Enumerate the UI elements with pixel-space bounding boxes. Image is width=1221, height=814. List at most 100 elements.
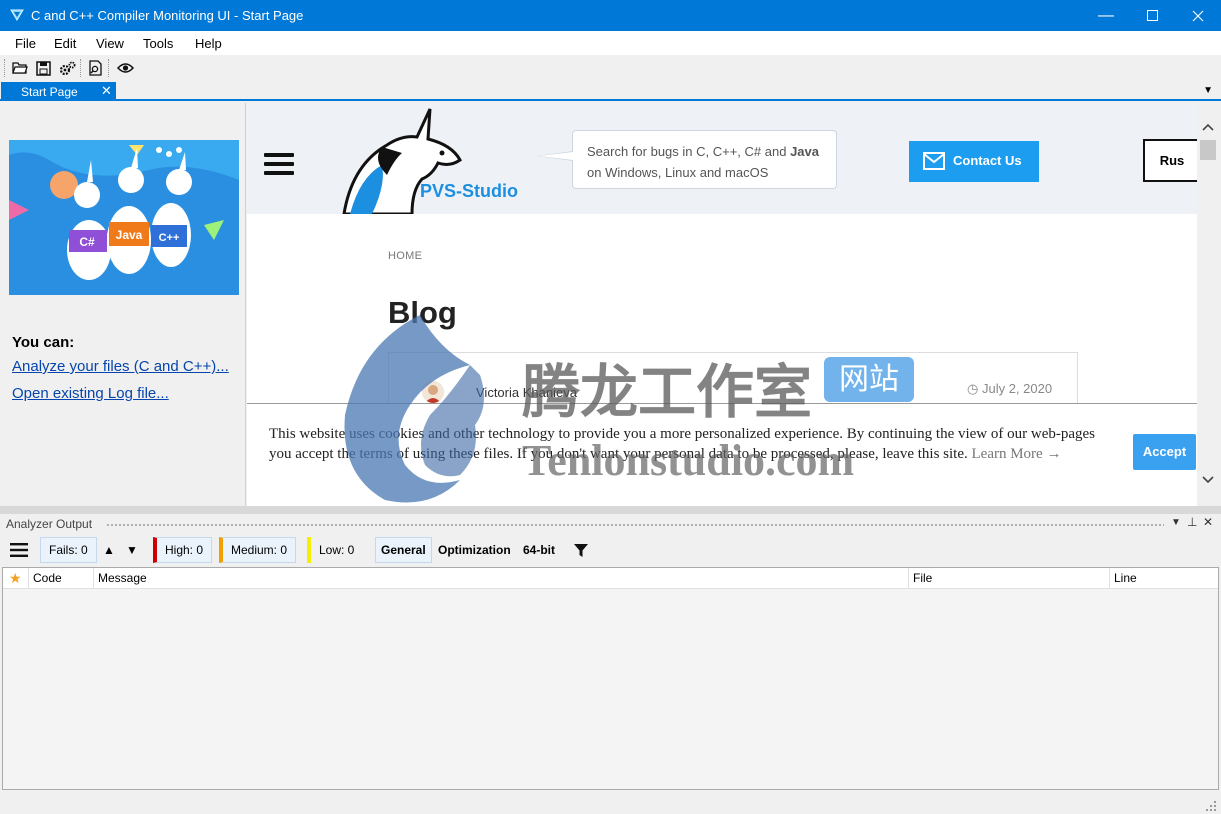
header-grip [106,523,1164,527]
medium-level-filter-button[interactable]: Medium: 0 [219,537,297,563]
tab-close-icon[interactable]: ✕ [101,83,112,99]
author-avatar [422,381,444,403]
menu-view[interactable]: View [96,36,124,51]
logo-text: PVS-Studio [420,181,518,201]
maximize-button[interactable] [1129,0,1175,31]
star-icon: ★ [9,570,22,586]
contact-us-button[interactable]: Contact Us [909,141,1039,182]
analyzer-output-title: Analyzer Output [6,517,93,531]
optimization-filter-button[interactable]: Optimization [431,537,518,563]
web-vertical-scrollbar[interactable] [1197,103,1219,506]
panel-splitter[interactable] [0,506,1221,514]
tab-label: Start Page [21,85,78,99]
previous-message-button[interactable]: ▲ [97,537,121,563]
menu-file[interactable]: File [15,36,36,51]
toolbar-grip [4,59,5,77]
hero-label-cpp: C++ [159,232,180,244]
window-title: C and C++ Compiler Monitoring UI - Start… [31,8,304,23]
start-page-sidebar: C# Java C++ You can: Analyze your files … [1,103,246,506]
post-date: ◷ July 2, 2020 [967,381,1052,397]
scroll-down-icon[interactable] [1202,476,1214,484]
learn-more-link[interactable]: Learn More [972,446,1043,462]
next-message-button[interactable]: ▼ [120,537,144,563]
main-toolbar [0,55,1221,81]
embedded-web-page: PVS-Studio Search for bugs in C, C++, C#… [247,103,1197,506]
column-file[interactable]: File [909,568,1110,589]
language-rus-button[interactable]: Rus [1143,139,1197,182]
column-message[interactable]: Message [94,568,909,589]
close-icon [1192,10,1204,21]
table-header: ★ Code Message File Line [3,568,1218,589]
scrollbar-thumb[interactable] [1200,140,1216,160]
document-tabs: Start Page ✕ ▼ [0,81,1221,101]
search-log-button[interactable] [85,58,105,78]
high-level-filter-button[interactable]: High: 0 [153,537,213,563]
page-title: Blog [388,295,457,330]
arrow-down-icon: ▼ [126,543,138,557]
menu-help[interactable]: Help [195,36,222,51]
cookie-text-block: This website uses cookies and other tech… [269,424,1114,464]
close-button[interactable] [1175,0,1221,31]
column-code[interactable]: Code [29,568,94,589]
settings-icon [59,61,75,75]
resize-grip-icon[interactable] [1205,800,1217,812]
post-author[interactable]: Victoria Khanieva [476,385,577,400]
hero-label-csharp: C# [79,235,95,249]
learn-more-arrow: → [1046,446,1062,462]
post-date-text: July 2, 2020 [981,381,1053,396]
maximize-icon [1146,10,1158,21]
analyzer-results-table[interactable]: ★ Code Message File Line [2,567,1219,790]
breadcrumb[interactable]: HOME [388,250,422,262]
toolbar-separator [108,59,109,77]
app-icon [10,9,24,21]
hero-illustration: C# Java C++ [9,140,239,295]
menu-bar: File Edit View Tools Help [0,31,1221,55]
accept-cookies-button[interactable]: Accept [1133,434,1196,470]
menu-icon [10,543,28,557]
analyze-files-link[interactable]: Analyze your files (C and C++)... [12,358,229,375]
panel-close-icon[interactable]: ✕ [1203,515,1213,529]
filter-icon [574,544,588,557]
pvs-studio-logo[interactable]: PVS-Studio [342,105,532,216]
contact-us-label: Contact Us [953,153,1022,168]
open-log-link[interactable]: Open existing Log file... [12,385,169,402]
analyzer-menu-button[interactable] [2,537,36,563]
menu-edit[interactable]: Edit [54,36,76,51]
save-button[interactable] [33,58,53,78]
open-button[interactable] [10,58,30,78]
title-bar: C and C++ Compiler Monitoring UI - Start… [0,0,1221,31]
tab-list-dropdown-icon[interactable]: ▼ [1203,85,1213,96]
mail-icon [923,152,945,170]
column-line[interactable]: Line [1110,568,1218,589]
view-button[interactable] [115,58,135,78]
minimize-button[interactable]: — [1083,0,1129,31]
scroll-up-icon[interactable] [1202,123,1214,131]
filter-button[interactable] [566,537,596,563]
eye-icon [116,63,134,73]
fails-filter-button[interactable]: Fails: 0 [40,537,97,563]
toolbar-separator [80,59,81,77]
general-filter-button[interactable]: General [375,537,432,563]
you-can-heading: You can: [12,334,75,351]
minimize-icon: — [1098,6,1114,24]
hero-label-java: Java [116,228,143,242]
low-level-filter-button[interactable]: Low: 0 [307,537,362,563]
menu-tools[interactable]: Tools [143,36,173,51]
analyzer-output-header: Analyzer Output ▼ ⊥ ✕ [0,514,1221,534]
tab-start-page[interactable]: Start Page ✕ [1,82,116,101]
analyzer-toolbar: Fails: 0 ▲ ▼ High: 0 Medium: 0 Low: 0 Ge… [0,535,1221,566]
tagline-line2: on Windows, Linux and macOS [587,165,769,180]
cookie-banner: This website uses cookies and other tech… [247,403,1197,506]
search-log-icon [88,60,102,76]
arrow-up-icon: ▲ [103,543,115,557]
site-header: PVS-Studio Search for bugs in C, C++, C#… [247,103,1197,216]
pin-icon[interactable]: ⊥ [1187,515,1197,529]
64bit-filter-button[interactable]: 64-bit [516,537,562,563]
tagline-bold: Java [790,144,819,159]
save-icon [35,60,51,76]
favorite-column-header[interactable]: ★ [3,568,29,589]
window-position-icon[interactable]: ▼ [1171,517,1181,528]
hamburger-menu-icon[interactable] [264,153,294,175]
settings-button[interactable] [57,58,77,78]
tagline-bubble: Search for bugs in C, C++, C# and Java o… [537,130,837,189]
